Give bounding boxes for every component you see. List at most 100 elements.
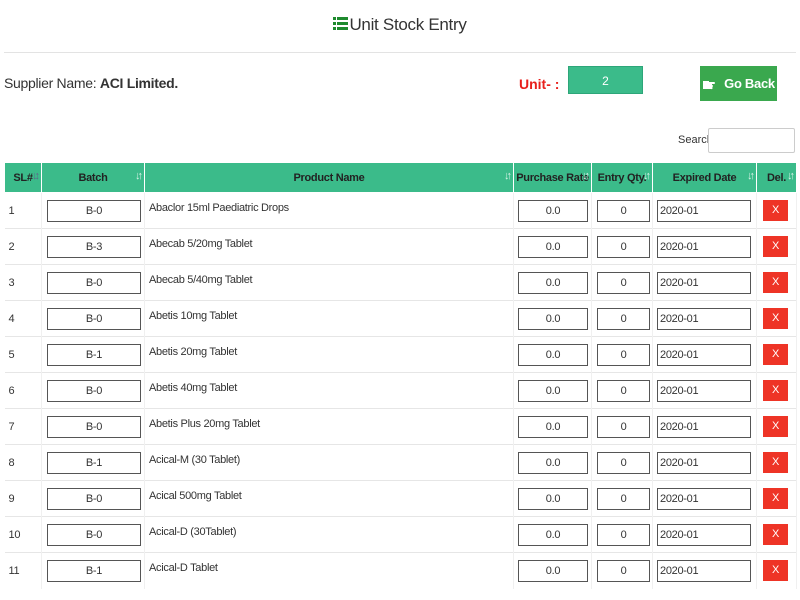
delete-button[interactable]: X [763, 380, 788, 401]
purchase-rate-input[interactable]: 0.0 [518, 271, 588, 294]
qty-cell: 0 [591, 516, 653, 553]
qty-cell: 0 [591, 192, 653, 229]
batch-input[interactable]: B-1 [47, 343, 141, 366]
entry-qty-input[interactable]: 0 [597, 523, 650, 546]
column-header-sl[interactable]: SL# ↓↕ [4, 162, 42, 193]
delete-button[interactable]: X [763, 308, 788, 329]
column-header-entry-qty[interactable]: Entry Qty. ↓↑ [591, 162, 653, 193]
batch-input[interactable]: B-3 [47, 235, 141, 258]
table-row: 3 B-0 Abecab 5/40mg Tablet 0.0 0 2020-01 X [4, 264, 797, 301]
entry-qty-input[interactable]: 0 [597, 343, 650, 366]
table-row: 6 B-0 Abetis 40mg Tablet 0.0 0 2020-01 X [4, 372, 797, 409]
entry-qty-input[interactable]: 0 [597, 559, 650, 582]
purchase-rate-input[interactable]: 0.0 [518, 235, 588, 258]
purchase-rate-input[interactable]: 0.0 [518, 307, 588, 330]
delete-button[interactable]: X [763, 344, 788, 365]
delete-cell: X [756, 516, 797, 553]
purchase-rate-input[interactable]: 0.0 [518, 415, 588, 438]
batch-cell: B-0 [41, 408, 145, 445]
entry-qty-input[interactable]: 0 [597, 271, 650, 294]
row-sl: 5 [4, 336, 42, 373]
rate-cell: 0.0 [513, 444, 592, 481]
column-header-purchase-rate[interactable]: Purchase Rate ↓↑ [513, 162, 592, 193]
expiry-cell: 2020-01 [652, 408, 757, 445]
expired-date-input[interactable]: 2020-01 [657, 235, 751, 258]
batch-cell: B-1 [41, 336, 145, 373]
delete-cell: X [756, 444, 797, 481]
row-sl: 4 [4, 300, 42, 337]
batch-input[interactable]: B-1 [47, 559, 141, 582]
product-name: Abecab 5/40mg Tablet [144, 264, 514, 301]
product-name: Acical-D (30Tablet) [144, 516, 514, 553]
page-title-text: Unit Stock Entry [349, 15, 467, 34]
column-header-batch[interactable]: Batch ↓↑ [41, 162, 145, 193]
rate-cell: 0.0 [513, 300, 592, 337]
rate-cell: 0.0 [513, 408, 592, 445]
purchase-rate-input[interactable]: 0.0 [518, 523, 588, 546]
delete-button[interactable]: X [763, 272, 788, 293]
batch-input[interactable]: B-0 [47, 523, 141, 546]
rate-cell: 0.0 [513, 552, 592, 589]
go-back-button[interactable]: Go Back [700, 66, 777, 101]
column-header-expired-date[interactable]: Expired Date ↓↑ [652, 162, 757, 193]
rate-cell: 0.0 [513, 336, 592, 373]
batch-input[interactable]: B-1 [47, 451, 141, 474]
qty-cell: 0 [591, 264, 653, 301]
product-name: Abaclor 15ml Paediatric Drops [144, 192, 514, 229]
row-sl: 11 [4, 552, 42, 589]
expired-date-input[interactable]: 2020-01 [657, 487, 751, 510]
expired-date-input[interactable]: 2020-01 [657, 199, 751, 222]
list-icon [333, 17, 349, 30]
product-name: Abecab 5/20mg Tablet [144, 228, 514, 265]
row-sl: 9 [4, 480, 42, 517]
batch-input[interactable]: B-0 [47, 487, 141, 510]
expired-date-input[interactable]: 2020-01 [657, 343, 751, 366]
rate-cell: 0.0 [513, 372, 592, 409]
purchase-rate-input[interactable]: 0.0 [518, 199, 588, 222]
expired-date-input[interactable]: 2020-01 [657, 415, 751, 438]
expiry-cell: 2020-01 [652, 192, 757, 229]
delete-cell: X [756, 552, 797, 589]
supplier-info: Supplier Name: ACI Limited. [4, 75, 178, 91]
row-sl: 3 [4, 264, 42, 301]
purchase-rate-input[interactable]: 0.0 [518, 559, 588, 582]
expired-date-input[interactable]: 2020-01 [657, 271, 751, 294]
batch-input[interactable]: B-0 [47, 307, 141, 330]
entry-qty-input[interactable]: 0 [597, 235, 650, 258]
search-input[interactable] [708, 128, 795, 153]
purchase-rate-input[interactable]: 0.0 [518, 451, 588, 474]
purchase-rate-input[interactable]: 0.0 [518, 343, 588, 366]
qty-cell: 0 [591, 300, 653, 337]
batch-input[interactable]: B-0 [47, 379, 141, 402]
entry-qty-input[interactable]: 0 [597, 199, 650, 222]
purchase-rate-input[interactable]: 0.0 [518, 487, 588, 510]
delete-button[interactable]: X [763, 560, 788, 582]
batch-input[interactable]: B-0 [47, 271, 141, 294]
product-name: Abetis Plus 20mg Tablet [144, 408, 514, 445]
entry-qty-input[interactable]: 0 [597, 379, 650, 402]
purchase-rate-input[interactable]: 0.0 [518, 379, 588, 402]
delete-button[interactable]: X [763, 488, 788, 509]
go-back-label: Go Back [724, 76, 775, 91]
delete-button[interactable]: X [763, 524, 788, 545]
column-header-product-name[interactable]: Product Name ↓↑ [144, 162, 514, 193]
batch-input[interactable]: B-0 [47, 415, 141, 438]
expired-date-input[interactable]: 2020-01 [657, 451, 751, 474]
expired-date-input[interactable]: 2020-01 [657, 379, 751, 402]
expired-date-input[interactable]: 2020-01 [657, 523, 751, 546]
expired-date-input[interactable]: 2020-01 [657, 307, 751, 330]
entry-qty-input[interactable]: 0 [597, 487, 650, 510]
delete-button[interactable]: X [763, 452, 788, 473]
entry-qty-input[interactable]: 0 [597, 415, 650, 438]
column-header-delete[interactable]: Del. ↓↑ [756, 162, 797, 193]
batch-cell: B-0 [41, 516, 145, 553]
delete-button[interactable]: X [763, 200, 788, 221]
sort-icon: ↓↑ [643, 170, 651, 182]
entry-qty-input[interactable]: 0 [597, 451, 650, 474]
expired-date-input[interactable]: 2020-01 [657, 559, 751, 582]
delete-button[interactable]: X [763, 236, 788, 257]
delete-button[interactable]: X [763, 416, 788, 437]
batch-input[interactable]: B-0 [47, 199, 141, 222]
entry-qty-input[interactable]: 0 [597, 307, 650, 330]
sort-icon: ↓↑ [504, 170, 512, 182]
